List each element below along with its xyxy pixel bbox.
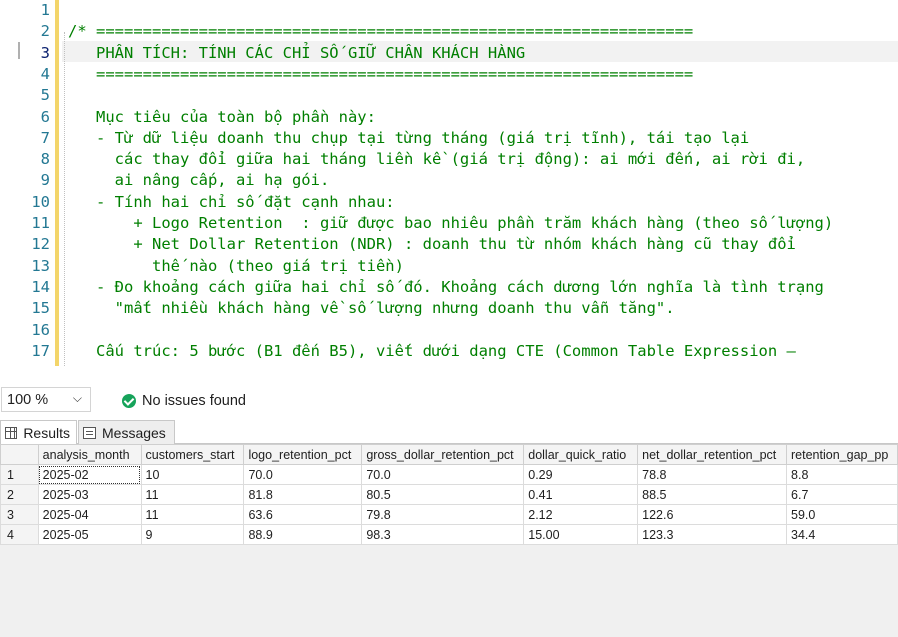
results-tab-bar: Results Messages [0, 420, 898, 445]
table-cell[interactable]: 81.8 [243, 484, 363, 505]
tab-results[interactable]: Results [0, 420, 77, 445]
table-cell[interactable]: 70.0 [361, 464, 525, 485]
row-number[interactable]: 4 [0, 524, 39, 545]
table-cell[interactable]: 10 [140, 464, 245, 485]
code-line[interactable]: ai nâng cấp, ai hạ gói. [68, 170, 330, 191]
code-line[interactable]: - Từ dữ liệu doanh thu chụp tại từng thá… [68, 128, 749, 149]
table-cell[interactable]: 79.8 [361, 504, 525, 525]
sql-editor[interactable]: 1 2 3 4 5 6 7 8 9 10 11 12 13 14 15 16 1… [0, 0, 898, 366]
code-line[interactable]: Cấu trúc: 5 bước (B1 đến B5), viết dưới … [68, 341, 796, 362]
table-cell[interactable]: 88.5 [637, 484, 788, 505]
issues-indicator[interactable]: No issues found [122, 391, 246, 411]
line-number: 15 [31, 299, 50, 318]
issues-text: No issues found [142, 393, 246, 409]
check-circle-icon [122, 394, 136, 408]
line-number: 13 [31, 256, 50, 275]
header-row: analysis_month customers_start logo_rete… [0, 444, 898, 465]
line-number: 11 [31, 214, 50, 232]
table-cell[interactable]: 2025-02 [37, 464, 142, 485]
code-line[interactable]: ========================================… [68, 64, 693, 85]
code-line[interactable]: + Net Dollar Retention (NDR) : doanh thu… [68, 234, 796, 255]
line-number: 6 [40, 107, 50, 126]
column-header[interactable]: net_dollar_retention_pct [637, 444, 788, 465]
row-number[interactable]: 1 [0, 464, 39, 485]
results-table: analysis_month customers_start logo_rete… [0, 444, 898, 545]
line-number: 1 [40, 1, 50, 19]
editor-status-strip: 100 % ⌵ No issues found [0, 386, 898, 416]
zoom-value: 100 % [7, 392, 49, 408]
table-cell[interactable]: 6.7 [786, 484, 898, 505]
code-line[interactable]: "mất nhiều khách hàng về số lượng nhưng … [68, 298, 675, 319]
table-cell[interactable]: 11 [140, 504, 245, 525]
line-number: 16 [31, 320, 50, 339]
grid-icon [5, 427, 18, 439]
line-number: 4 [40, 64, 50, 83]
table-row[interactable]: 3 2025-04 11 63.6 79.8 2.12 122.6 59.0 [0, 504, 898, 525]
line-number: 17 [31, 341, 50, 360]
table-cell[interactable]: 88.9 [243, 524, 363, 545]
table-cell[interactable]: 15.00 [523, 524, 639, 545]
table-cell[interactable]: 122.6 [637, 504, 788, 525]
line-number: 2 [40, 22, 50, 41]
table-cell[interactable]: 2025-04 [37, 504, 142, 525]
code-line[interactable]: PHÂN TÍCH: TÍNH CÁC CHỈ SỐ GIỮ CHÂN KHÁC… [68, 43, 525, 64]
change-tracking-bar [55, 0, 59, 366]
table-cell[interactable]: 2025-03 [37, 484, 142, 505]
table-row[interactable]: 2 2025-03 11 81.8 80.5 0.41 88.5 6.7 [0, 484, 898, 505]
column-header[interactable]: customers_start [140, 444, 245, 465]
line-number: 3 [40, 43, 50, 62]
table-row[interactable]: 4 2025-05 9 88.9 98.3 15.00 123.3 34.4 [0, 524, 898, 545]
line-number: 10 [31, 192, 50, 211]
results-grid[interactable]: analysis_month customers_start logo_rete… [0, 444, 898, 637]
line-number: 9 [40, 171, 50, 190]
line-number-gutter: 1 2 3 4 5 6 7 8 9 10 11 12 13 14 15 16 1… [0, 0, 54, 366]
code-line[interactable]: - Tính hai chỉ số đặt cạnh nhau: [68, 192, 395, 213]
tab-messages[interactable]: Messages [78, 420, 175, 444]
table-cell[interactable]: 11 [140, 484, 245, 505]
code-line[interactable]: các thay đổi giữa hai tháng liền kề (giá… [68, 149, 806, 170]
column-header[interactable]: analysis_month [37, 444, 142, 465]
table-cell[interactable]: 2.12 [523, 504, 639, 525]
table-cell[interactable]: 34.4 [786, 524, 898, 545]
line-number: 12 [31, 235, 50, 254]
line-number: 5 [40, 86, 50, 105]
code-line[interactable]: thế nào (theo giá trị tiền) [68, 256, 404, 277]
table-cell[interactable]: 78.8 [637, 464, 788, 485]
tab-messages-label: Messages [102, 424, 166, 441]
zoom-dropdown[interactable]: 100 % ⌵ [1, 387, 91, 412]
table-cell[interactable]: 2025-05 [37, 524, 142, 545]
code-line[interactable]: /* =====================================… [68, 21, 693, 42]
line-number: 7 [40, 128, 50, 147]
column-header[interactable]: gross_dollar_retention_pct [361, 444, 525, 465]
comment-block-guide [64, 32, 65, 366]
column-header[interactable]: dollar_quick_ratio [523, 444, 639, 465]
line-number: 14 [31, 277, 50, 296]
line-number: 8 [40, 150, 50, 169]
table-cell[interactable]: 9 [140, 524, 245, 545]
code-line[interactable]: Mục tiêu của toàn bộ phần này: [68, 107, 376, 128]
code-line[interactable]: + Logo Retention : giữ được bao nhiêu ph… [68, 213, 833, 234]
code-line[interactable]: - Đo khoảng cách giữa hai chỉ số đó. Kho… [68, 277, 824, 298]
chevron-down-icon: ⌵ [72, 391, 82, 405]
corner-cell[interactable] [0, 444, 39, 465]
column-header[interactable]: logo_retention_pct [243, 444, 363, 465]
table-cell[interactable]: 59.0 [786, 504, 898, 525]
row-number[interactable]: 2 [0, 484, 39, 505]
table-cell[interactable]: 63.6 [243, 504, 363, 525]
table-cell[interactable]: 123.3 [637, 524, 788, 545]
tab-results-label: Results [23, 425, 70, 441]
column-header[interactable]: retention_gap_pp [786, 444, 898, 465]
messages-icon [83, 426, 96, 439]
table-cell[interactable]: 80.5 [361, 484, 525, 505]
table-cell[interactable]: 8.8 [786, 464, 898, 485]
table-cell[interactable]: 0.41 [523, 484, 639, 505]
row-number[interactable]: 3 [0, 504, 39, 525]
table-row[interactable]: 1 2025-02 10 70.0 70.0 0.29 78.8 8.8 [0, 464, 898, 485]
table-cell[interactable]: 0.29 [523, 464, 639, 485]
table-cell[interactable]: 70.0 [243, 464, 363, 485]
table-cell[interactable]: 98.3 [361, 524, 525, 545]
